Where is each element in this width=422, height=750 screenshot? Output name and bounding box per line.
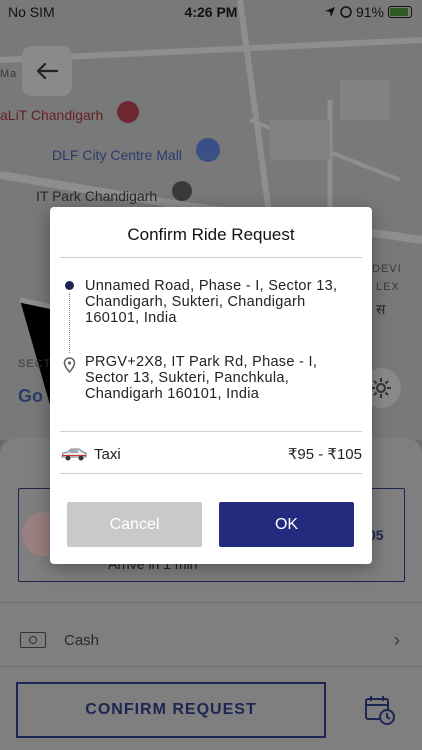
confirm-request-button[interactable]: CONFIRM REQUEST [16, 682, 326, 738]
alarm-icon [340, 6, 352, 18]
battery-icon [388, 6, 412, 18]
map-place-label: aLiT Chandigarh [0, 107, 104, 123]
calendar-clock-icon[interactable] [364, 694, 396, 726]
pickup-dot-icon [65, 281, 74, 290]
payment-method-row[interactable]: Cash › [20, 625, 400, 655]
map-label: Ma [0, 68, 18, 80]
map-label: स [376, 301, 386, 317]
map-place-label: DLF City Centre Mall [52, 147, 182, 163]
cancel-button[interactable]: Cancel [67, 502, 202, 547]
map-label: LEX [376, 281, 400, 293]
vehicle-row: Taxi ₹95 - ₹105 [60, 439, 362, 469]
pickup-address: Unnamed Road, Phase - I, Sector 13, Chan… [85, 278, 338, 326]
cash-icon [20, 632, 46, 648]
battery-percent: 91% [355, 4, 384, 20]
payment-method-label: Cash [64, 631, 100, 649]
location-arrow-icon [324, 7, 335, 17]
shopping-pin-icon [196, 138, 220, 162]
dialog-title: Confirm Ride Request [127, 225, 295, 244]
dialog-divider [60, 257, 362, 258]
vehicle-type-label: Taxi [94, 445, 121, 463]
ok-button[interactable]: OK [219, 502, 354, 547]
back-arrow-icon [36, 62, 58, 80]
back-button[interactable] [22, 46, 72, 96]
status-right: 91% [324, 4, 412, 20]
hotel-pin-icon [117, 101, 139, 123]
taxi-car-icon [61, 448, 87, 461]
dialog-divider [60, 473, 362, 474]
map-place-label: IT Park Chandigarh [36, 188, 158, 204]
settings-icon [371, 378, 391, 398]
route-connector [69, 293, 70, 353]
divider [0, 602, 422, 603]
confirm-ride-dialog: Confirm Ride Request Unnamed Road, Phase… [50, 207, 372, 564]
chevron-right-icon: › [394, 629, 400, 650]
google-logo: Go [18, 386, 43, 406]
drop-pin-icon [63, 357, 76, 373]
place-pin-icon [172, 181, 192, 201]
drop-address: PRGV+2X8, IT Park Rd, Phase - I, Sector … [85, 354, 318, 402]
fare-range: ₹95 - ₹105 [287, 446, 362, 463]
dialog-divider [60, 431, 362, 432]
map-label: DEVI [372, 263, 402, 275]
map-label: SECT [18, 358, 52, 370]
status-bar: No SIM 4:26 PM 91% [0, 0, 422, 24]
divider [0, 666, 422, 667]
